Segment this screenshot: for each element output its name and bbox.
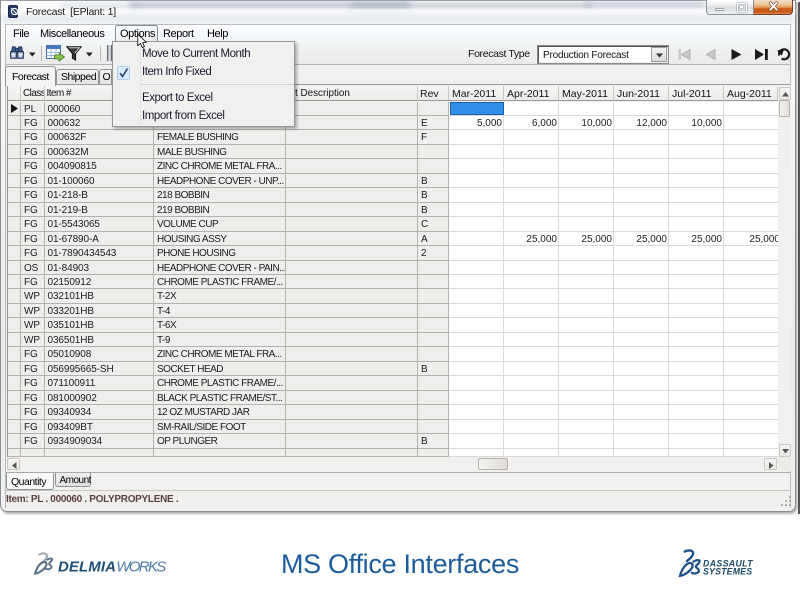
svg-text:DELMIA: DELMIA [58, 558, 116, 575]
svg-text:WORKS: WORKS [116, 558, 166, 575]
svg-text:SYSTEMES: SYSTEMES [703, 567, 753, 577]
